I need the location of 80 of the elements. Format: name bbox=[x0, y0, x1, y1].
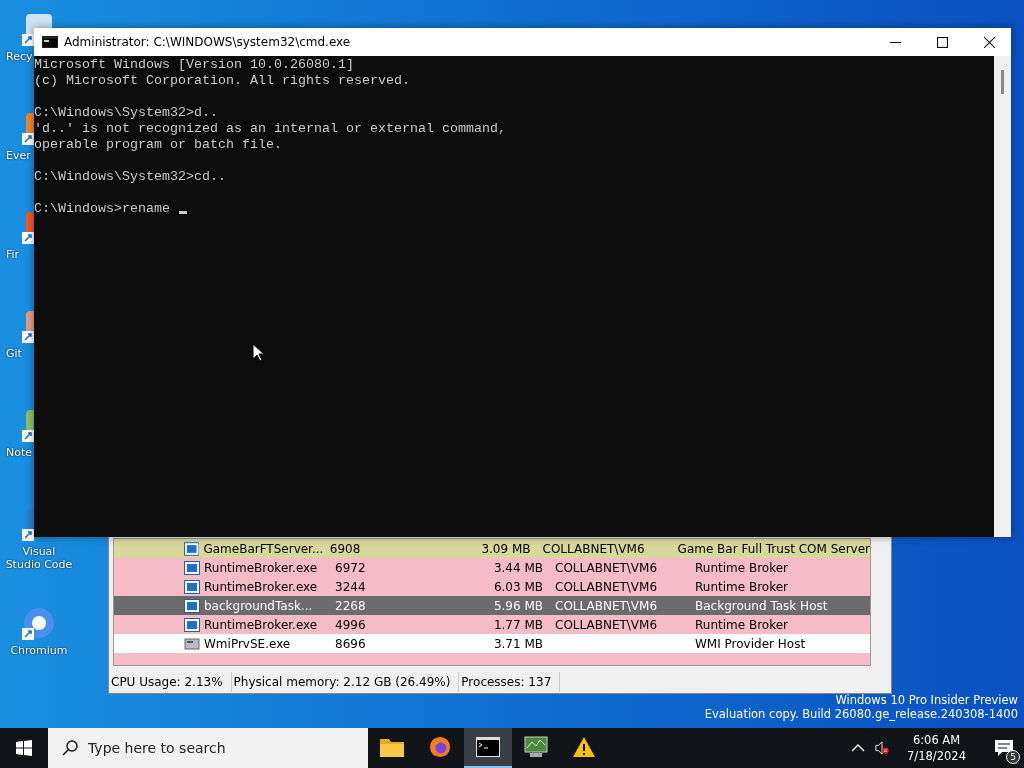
process-id: 3244 bbox=[335, 579, 367, 594]
console-line: 'd..' is not recognized as an internal or external command, bbox=[34, 121, 506, 137]
process-description: Game Bar Full Trust COM Server bbox=[677, 541, 870, 556]
taskbar-app[interactable] bbox=[464, 728, 512, 768]
process-name: RuntimeBroker.exe bbox=[204, 617, 319, 632]
window-icon bbox=[184, 617, 200, 632]
console-line: Microsoft Windows [Version 10.0.26080.1] bbox=[34, 57, 354, 73]
status-text: Processes: 137 bbox=[459, 672, 561, 692]
window-icon bbox=[184, 560, 200, 575]
window-icon bbox=[184, 579, 200, 594]
console-line: C:\Windows\System32>cd.. bbox=[34, 169, 226, 185]
process-row[interactable]: RuntimeBroker.exe 3244 6.03 MB COLLABNET\VM6 Runtime Broker bbox=[114, 577, 870, 596]
console-line: C:\Windows>rename bbox=[34, 201, 171, 217]
edition-text: Evaluation copy. Build 26080.ge_release.240308-1400 bbox=[704, 707, 1018, 721]
shortcut-label: Chromium bbox=[9, 644, 69, 657]
mouse-pointer-icon bbox=[252, 343, 264, 362]
process-id: 2268 bbox=[335, 598, 367, 613]
shortcut-label: Note bbox=[6, 446, 34, 459]
memory-value: 1.77 MB bbox=[492, 617, 543, 632]
process-description: Background Task Host bbox=[695, 598, 829, 613]
app-shortcut-icon[interactable] bbox=[22, 606, 56, 640]
date-text: 7/18/2024 bbox=[907, 748, 966, 764]
status-text: Physical memory: 2.12 GB (26.49%) bbox=[231, 672, 460, 692]
process-description: Runtime Broker bbox=[695, 617, 790, 632]
process-id: 8696 bbox=[335, 636, 367, 651]
clock[interactable]: 6:06 AM 7/18/2024 bbox=[899, 732, 974, 764]
process-row[interactable]: backgroundTask... 2268 5.96 MB COLLABNET\VM6 Background Task Host bbox=[114, 596, 870, 615]
search-icon bbox=[62, 740, 78, 756]
monitor-icon bbox=[524, 736, 548, 758]
memory-value: 6.03 MB bbox=[492, 579, 543, 594]
window-icon bbox=[184, 598, 200, 613]
user-name: COLLABNET\VM6 bbox=[555, 560, 658, 575]
shortcut-label: Recy bbox=[6, 50, 34, 63]
console-icon bbox=[476, 736, 500, 758]
user-name: COLLABNET\VM6 bbox=[555, 598, 658, 613]
search-field[interactable]: Type here to search bbox=[48, 728, 368, 768]
memory-value: 3.71 MB bbox=[492, 636, 543, 651]
close-icon[interactable] bbox=[984, 36, 995, 48]
shortcut-label: Ever bbox=[6, 149, 32, 162]
shortcut-label: Git bbox=[6, 347, 23, 360]
process-name: GameBarFTServer... bbox=[203, 541, 325, 556]
process-name: backgroundTask... bbox=[204, 598, 314, 613]
shortcut-label: Fir bbox=[6, 248, 21, 261]
memory-value: 5.96 MB bbox=[492, 598, 543, 613]
user-name: COLLABNET\VM6 bbox=[555, 617, 658, 632]
edition-text: Windows 10 Pro Insider Preview bbox=[835, 693, 1018, 707]
service-icon bbox=[184, 636, 200, 651]
memory-value: 3.09 MB bbox=[480, 541, 531, 556]
process-id: 6972 bbox=[335, 560, 367, 575]
window-icon bbox=[184, 541, 200, 556]
text-cursor bbox=[178, 211, 187, 214]
time-text: 6:06 AM bbox=[912, 732, 961, 748]
console-line: (c) Microsoft Corporation. All rights reserved. bbox=[34, 73, 410, 89]
process-row[interactable]: RuntimeBroker.exe 6972 3.44 MB COLLABNET\VM6 Runtime Broker bbox=[114, 558, 870, 577]
maximize-icon[interactable] bbox=[937, 36, 948, 48]
process-name: RuntimeBroker.exe bbox=[204, 579, 319, 594]
process-description: Runtime Broker bbox=[695, 560, 790, 575]
warning-icon bbox=[572, 736, 596, 758]
user-name: COLLABNET\VM6 bbox=[555, 579, 658, 594]
windows-logo-icon bbox=[16, 740, 32, 756]
scrollbar-thumb[interactable] bbox=[1001, 70, 1004, 94]
window-title: Administrator: C:\WINDOWS\system32\cmd.exe bbox=[64, 35, 351, 49]
memory-value: 3.44 MB bbox=[492, 560, 543, 575]
console-icon bbox=[42, 36, 58, 48]
folder-icon bbox=[380, 736, 404, 758]
process-name: WmiPrvSE.exe bbox=[204, 636, 292, 651]
process-id: 4996 bbox=[335, 617, 367, 632]
process-description: WMI Provider Host bbox=[695, 636, 807, 651]
process-row[interactable]: GameBarFTServer... 6908 3.09 MB COLLABNET\VM6 Game Bar Full Trust COM Server bbox=[114, 539, 870, 558]
process-row[interactable]: RuntimeBroker.exe 4996 1.77 MB COLLABNET\VM6 Runtime Broker bbox=[114, 615, 870, 634]
notification-count: 5 bbox=[1006, 750, 1020, 764]
console-line: operable program or batch file. bbox=[34, 137, 282, 153]
shortcut-label: Visual Studio Code bbox=[4, 545, 74, 571]
speaker-muted-icon[interactable] bbox=[875, 741, 890, 755]
process-id: 6908 bbox=[329, 541, 362, 556]
status-text: CPU Usage: 2.13% bbox=[109, 672, 232, 692]
user-name: COLLABNET\VM6 bbox=[542, 541, 645, 556]
process-description: Runtime Broker bbox=[695, 579, 790, 594]
process-name: RuntimeBroker.exe bbox=[204, 560, 319, 575]
console-line: C:\Windows\System32>d.. bbox=[34, 105, 218, 121]
